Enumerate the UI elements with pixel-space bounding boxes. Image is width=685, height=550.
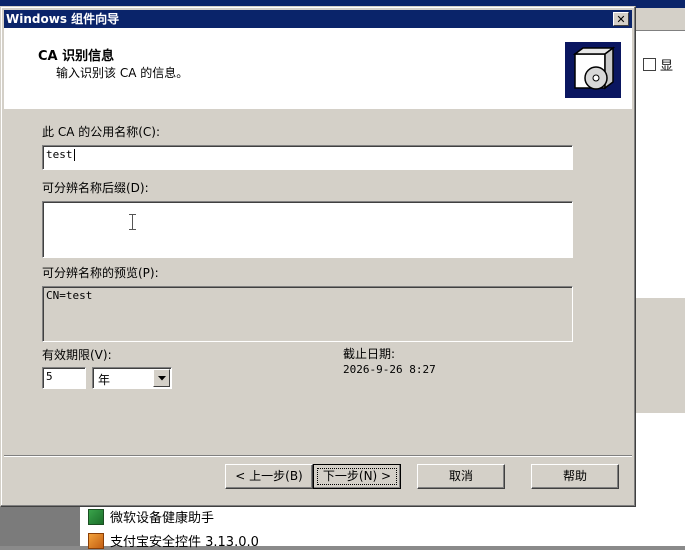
close-button[interactable]: ✕: [613, 12, 629, 26]
list-item-label: 支付宝安全控件 3.13.0.0: [110, 535, 259, 550]
list-item-label: 微软设备健康助手: [110, 511, 215, 526]
common-name-input[interactable]: test: [42, 145, 573, 170]
header-separator: [4, 108, 632, 109]
close-icon: ✕: [616, 13, 626, 26]
dialog-titlebar[interactable]: Windows 组件向导 ✕: [4, 10, 632, 28]
validity-value: 5: [46, 370, 53, 383]
list-item[interactable]: 微软设备健康助手: [88, 507, 214, 526]
orange-package-icon: [88, 532, 104, 549]
validity-unit-value: 年: [98, 373, 111, 387]
next-button-label: 下一步(N) >: [322, 469, 392, 483]
background-gray-panel: [636, 298, 685, 413]
dn-preview-box: CN=test: [42, 286, 573, 342]
dn-suffix-input[interactable]: [42, 201, 573, 258]
background-checkbox-label: 显: [660, 59, 674, 74]
dn-preview-label: 可分辨名称的预览(P):: [42, 266, 159, 280]
background-left-lower: [0, 505, 80, 546]
common-name-value: test: [46, 148, 73, 161]
next-button[interactable]: 下一步(N) >: [313, 464, 401, 489]
text-caret: [73, 149, 75, 161]
validity-input[interactable]: 5: [42, 367, 86, 389]
green-shield-icon: [88, 508, 104, 525]
software-box-cd-icon: [565, 42, 621, 98]
wizard-dialog: Windows 组件向导 ✕ CA 识别信息 输入识别该 CA 的信息。 此 C…: [0, 6, 636, 507]
validity-label: 有效期限(V):: [42, 348, 112, 362]
ibeam-cursor-icon: [129, 214, 136, 230]
background-toolbar: [636, 8, 685, 31]
dn-preview-value: CN=test: [46, 289, 93, 302]
wizard-header: CA 识别信息 输入识别该 CA 的信息。: [4, 28, 632, 109]
common-name-label: 此 CA 的公用名称(C):: [42, 125, 161, 139]
dn-suffix-label: 可分辨名称后缀(D):: [42, 181, 149, 195]
header-title: CA 识别信息: [38, 49, 115, 64]
dialog-title: Windows 组件向导: [6, 12, 120, 26]
help-button[interactable]: 帮助: [531, 464, 619, 489]
expiry-date-value: 2026-9-26 8:27: [343, 363, 436, 376]
validity-unit-select[interactable]: 年: [92, 367, 172, 389]
back-button[interactable]: < 上一步(B): [225, 464, 313, 489]
footer-divider-highlight: [4, 456, 632, 457]
header-subtitle: 输入识别该 CA 的信息。: [56, 66, 189, 80]
cancel-button[interactable]: 取消: [417, 464, 505, 489]
chevron-down-icon[interactable]: [153, 369, 170, 387]
expiry-date-label: 截止日期:: [343, 347, 396, 361]
list-item[interactable]: 支付宝安全控件 3.13.0.0: [88, 531, 259, 550]
background-checkbox[interactable]: [643, 58, 656, 71]
